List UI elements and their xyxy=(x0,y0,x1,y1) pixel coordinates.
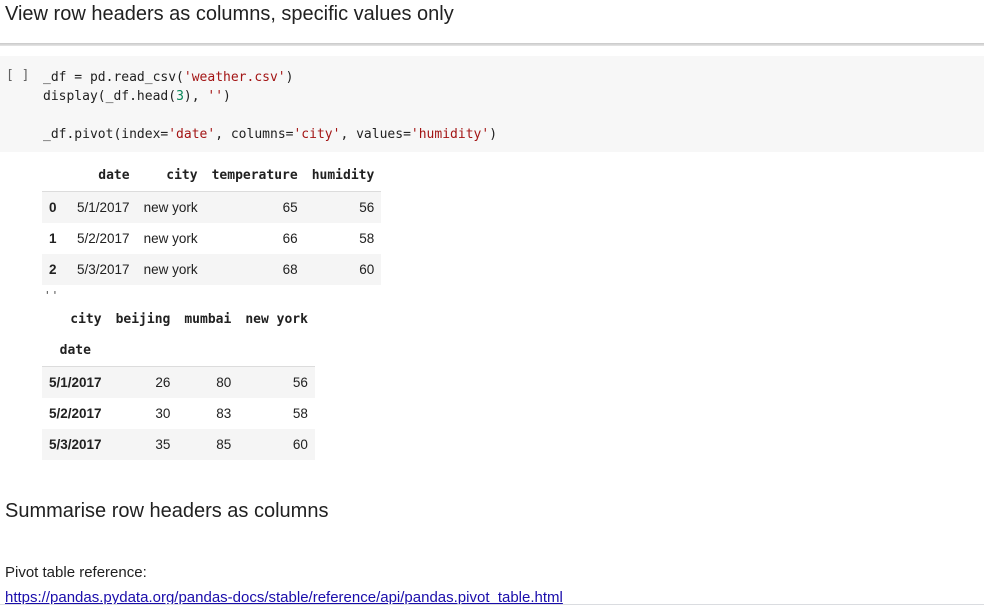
row-index-date: 5/1/2017 xyxy=(49,375,102,390)
cell-date: 5/3/2017 xyxy=(77,262,130,277)
pivot-table-output: city beijing mumbai new york date 5/1/20… xyxy=(42,304,315,460)
cell-beijing: 30 xyxy=(155,406,171,421)
row-index-date: 5/2/2017 xyxy=(49,406,102,421)
cell-temperature: 66 xyxy=(282,231,298,246)
cell-temperature: 65 xyxy=(282,200,298,215)
cell-beijing: 35 xyxy=(155,437,171,452)
table-header-row: date city temperature humidity xyxy=(42,159,381,192)
row-index: 0 xyxy=(49,200,57,215)
code-line-1: _df = pd.read_csv('weather.csv') xyxy=(43,70,294,85)
cell-mumbai: 85 xyxy=(216,437,232,452)
index-name-label: date xyxy=(59,343,91,358)
table-row: 5/3/2017 35 85 60 xyxy=(42,429,315,460)
bottom-edge xyxy=(0,604,984,610)
section-heading-summarise: Summarise row headers as columns xyxy=(5,500,329,522)
section-heading-view-row-headers: View row headers as columns, specific va… xyxy=(5,3,454,25)
code-cell[interactable]: [ ] _df = pd.read_csv('weather.csv') dis… xyxy=(0,56,984,152)
code-line-4: _df.pivot(index='date', columns='city', … xyxy=(43,127,498,142)
cell-humidity: 58 xyxy=(359,231,375,246)
cell-divider xyxy=(0,43,984,46)
column-header-temperature: temperature xyxy=(211,167,298,183)
run-cell-button[interactable]: [ ] xyxy=(6,68,29,83)
cell-date: 5/1/2017 xyxy=(77,200,130,215)
column-header-index xyxy=(42,159,70,192)
cell-city: new york xyxy=(143,200,198,215)
column-header-beijing: beijing xyxy=(115,312,171,327)
columns-name-label: city xyxy=(70,312,102,327)
cell-mumbai: 83 xyxy=(216,406,232,421)
cell-beijing: 26 xyxy=(155,375,171,390)
column-header-humidity: humidity xyxy=(311,167,375,183)
row-index: 2 xyxy=(49,262,57,277)
table-header-row: city beijing mumbai new york xyxy=(42,304,315,335)
code-editor[interactable]: _df = pd.read_csv('weather.csv') display… xyxy=(43,68,497,144)
cell-new-york: 56 xyxy=(292,375,308,390)
cell-humidity: 60 xyxy=(359,262,375,277)
dataframe-head-output: date city temperature humidity 0 5/1/201… xyxy=(42,159,382,285)
cell-date: 5/2/2017 xyxy=(77,231,130,246)
cell-mumbai: 80 xyxy=(216,375,232,390)
code-line-2: display(_df.head(3), '') xyxy=(43,89,231,104)
table-row: 2 5/3/2017 new york 68 60 xyxy=(42,254,382,285)
cell-temperature: 68 xyxy=(282,262,298,277)
table-row: 1 5/2/2017 new york 66 58 xyxy=(42,223,381,254)
table-row: 5/2/2017 30 83 58 xyxy=(42,398,315,429)
row-index: 1 xyxy=(49,231,57,246)
empty-header-cell xyxy=(238,335,315,367)
cell-new-york: 60 xyxy=(292,437,308,452)
table-row: 0 5/1/2017 new york 65 56 xyxy=(42,191,382,223)
empty-string-output: '' xyxy=(44,289,60,302)
index-name-row: date xyxy=(42,335,315,367)
pivot-reference-label: Pivot table reference: xyxy=(5,564,147,581)
empty-header-cell xyxy=(109,335,178,367)
empty-header-cell xyxy=(177,335,238,367)
cell-new-york: 58 xyxy=(292,406,308,421)
cell-city: new york xyxy=(143,262,198,277)
table-row: 5/1/2017 26 80 56 xyxy=(42,366,315,398)
column-header-date: date xyxy=(98,167,130,183)
column-header-city: city xyxy=(166,167,198,183)
column-header-mumbai: mumbai xyxy=(184,312,232,327)
column-header-new-york: new york xyxy=(245,312,308,327)
cell-city: new york xyxy=(143,231,198,246)
row-index-date: 5/3/2017 xyxy=(49,437,102,452)
cell-humidity: 56 xyxy=(359,200,375,215)
